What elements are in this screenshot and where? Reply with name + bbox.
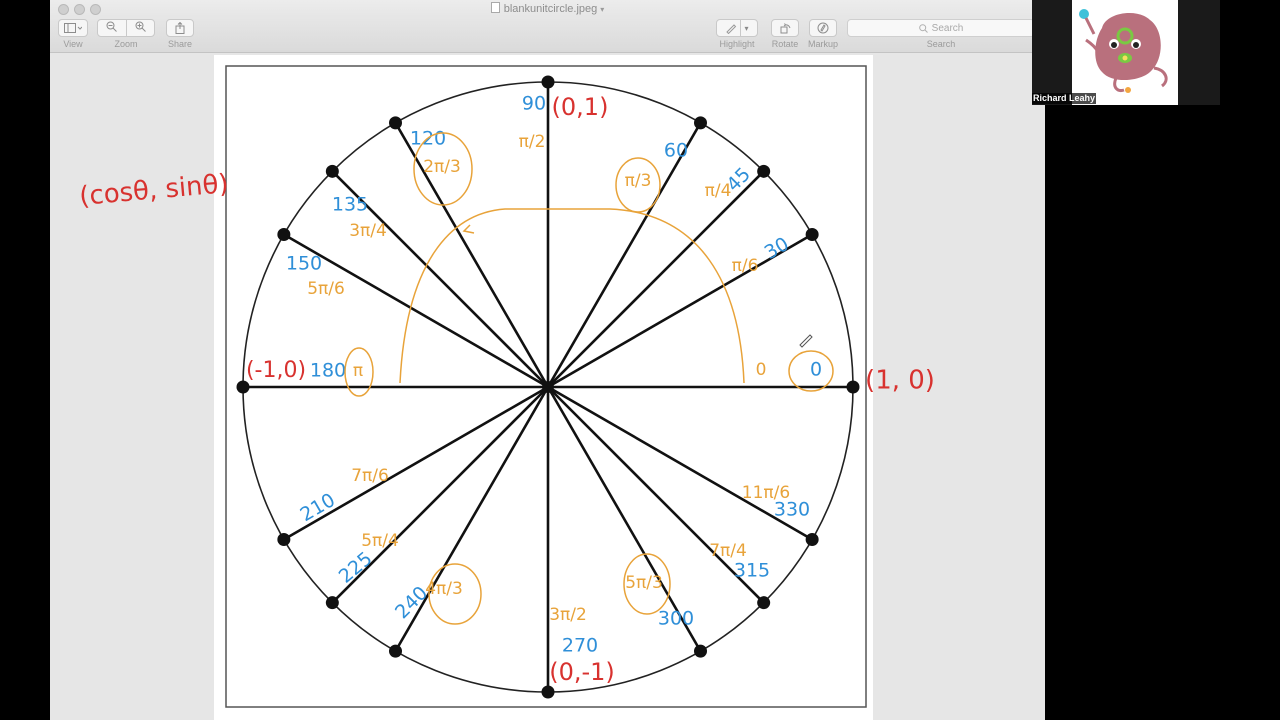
radian-label-60: π/3 [625, 171, 652, 191]
video-panel [1045, 0, 1280, 720]
radius-line-330 [547, 385, 813, 541]
degree-label-0: 0 [810, 359, 822, 381]
radian-label-315: 7π/4 [709, 541, 747, 561]
point-315 [757, 596, 771, 610]
degree-label-180: 180 [310, 360, 346, 382]
unit-circle-drawing: 0030π/645π/460π/390π/21202π/31353π/41505… [78, 65, 935, 708]
zoom-out-button[interactable] [98, 21, 126, 35]
rotate-label: Rotate [771, 39, 799, 49]
point-120 [389, 116, 402, 130]
markup-button[interactable] [809, 19, 837, 37]
radius-line-45 [547, 170, 765, 388]
view-button[interactable] [58, 19, 88, 37]
view-label: View [63, 39, 83, 49]
degree-label-270: 270 [562, 635, 598, 657]
document-icon [490, 2, 500, 13]
radian-label-330: 11π/6 [742, 483, 790, 503]
radian-label-30: π/6 [732, 256, 759, 276]
rotate-icon [780, 22, 790, 33]
origin-point [542, 381, 554, 393]
window-title[interactable]: blankunitcircle.jpeg ▾ [50, 2, 1045, 15]
rotation-arc-arrow [399, 208, 745, 384]
search-label: Search [926, 39, 956, 49]
pen-cursor-icon [799, 334, 813, 348]
chevron-down-icon: ▾ [744, 23, 749, 33]
degree-label-60: 60 [664, 140, 688, 162]
degree-label-315: 315 [734, 560, 770, 582]
chevron-down-icon: ▾ [600, 5, 605, 14]
title-bar: blankunitcircle.jpeg ▾ View Zoom Share ▾ … [50, 0, 1045, 53]
point-210 [277, 533, 291, 546]
search-icon [918, 23, 928, 33]
zoom-out-icon [106, 21, 118, 32]
cos-sin-note: (cosθ, sinθ) [78, 169, 230, 212]
preview-window: blankunitcircle.jpeg ▾ View Zoom Share ▾ … [50, 0, 1045, 720]
degree-label-135: 135 [332, 194, 368, 216]
highlighter-icon [726, 23, 737, 34]
share-label: Share [167, 39, 193, 49]
highlight-button[interactable]: ▾ [716, 19, 758, 37]
markup-icon [817, 22, 829, 34]
coord-bottom: (0,-1) [549, 658, 615, 686]
left-letterbox [0, 0, 50, 720]
point-135 [325, 164, 339, 178]
participant-name: Richard Leahy [1032, 93, 1097, 104]
avatar-image [1079, 9, 1168, 93]
radian-label-150: 5π/6 [307, 279, 345, 299]
handwritten-annotations: 0030π/645π/460π/390π/21202π/31353π/41505… [78, 93, 935, 687]
radian-label-120: 2π/3 [423, 157, 461, 177]
circle-geometry [225, 65, 867, 708]
point-45 [757, 164, 771, 178]
point-60 [694, 116, 707, 130]
share-button[interactable] [166, 19, 194, 37]
degree-label-300: 300 [658, 608, 694, 630]
degree-label-30: 30 [761, 233, 793, 264]
degree-label-90: 90 [522, 93, 546, 115]
point-0 [846, 380, 860, 394]
zoom-in-icon [135, 21, 146, 32]
segment-divider [740, 20, 742, 36]
radian-label-225: 5π/4 [361, 531, 399, 551]
radius-line-60 [546, 122, 702, 388]
coord-left: (-1,0) [246, 358, 306, 383]
radian-label-0: 0 [756, 360, 767, 380]
radian-label-135: 3π/4 [349, 221, 387, 241]
radian-label-270: 3π/2 [549, 605, 587, 625]
search-input[interactable]: Search [847, 19, 1035, 37]
point-300 [694, 644, 707, 658]
radian-label-210: 7π/6 [351, 466, 389, 486]
zoom-in-button[interactable] [127, 21, 155, 35]
radian-label-45: π/4 [705, 181, 732, 201]
arrow-head [462, 224, 475, 234]
radian-label-300: 5π/3 [625, 573, 663, 593]
radian-label-90: π/2 [519, 132, 546, 152]
radian-label-180: π [353, 361, 363, 381]
sidebar-icon [64, 22, 82, 33]
document-canvas[interactable]: 0 0 30 π/6 45 π/4 60 π/3 90 π/2 120 2π/3 135 3π/4 150 5… [50, 53, 1045, 720]
rotate-button[interactable] [771, 19, 799, 37]
point-330 [805, 533, 819, 546]
participant-video-tile[interactable]: Richard Leahy [1032, 0, 1220, 105]
point-90 [541, 75, 555, 89]
radius-line-240 [394, 386, 550, 652]
markup-label: Markup [807, 39, 838, 49]
coord-top: (0,1) [552, 93, 609, 121]
point-240 [389, 644, 402, 658]
cartoon-blob-character-icon [1072, 0, 1178, 105]
zoom-control [97, 19, 155, 37]
coord-right: (1, 0) [865, 366, 935, 396]
highlight-label: Highlight [719, 39, 755, 49]
share-icon [175, 22, 185, 34]
zoom-label: Zoom [114, 39, 138, 49]
radius-line-315 [547, 386, 765, 604]
point-270 [541, 685, 555, 699]
point-30 [805, 228, 819, 241]
degree-label-225: 225 [335, 548, 377, 588]
point-150 [277, 228, 291, 241]
degree-label-150: 150 [286, 253, 322, 275]
point-225 [325, 596, 339, 610]
